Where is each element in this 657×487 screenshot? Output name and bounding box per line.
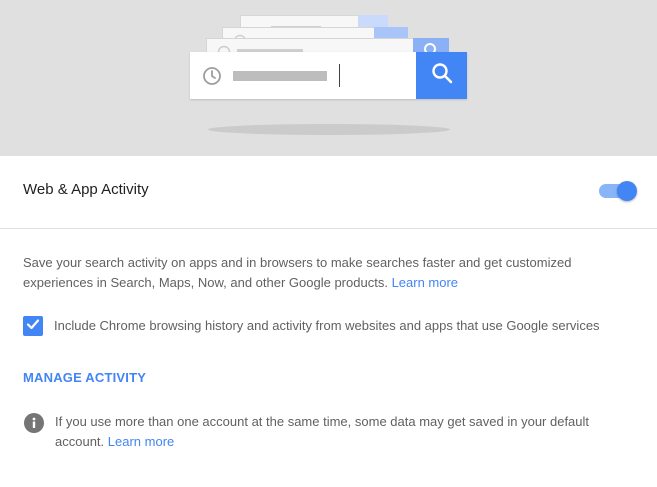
hero-illustration [0, 0, 657, 156]
clock-icon [202, 66, 222, 91]
section-title: Web & App Activity [23, 181, 149, 198]
info-learn-more-link[interactable]: Learn more [108, 434, 174, 449]
chrome-history-checkbox[interactable] [23, 316, 43, 336]
toggle-thumb [617, 181, 637, 201]
checkbox-label[interactable]: Include Chrome browsing history and acti… [54, 316, 634, 336]
search-box-illustration [190, 52, 467, 99]
query-placeholder-bar [233, 71, 327, 81]
activity-description: Save your search activity on apps and in… [23, 253, 633, 293]
info-message: If you use more than one account at the … [55, 412, 640, 452]
learn-more-link[interactable]: Learn more [392, 275, 458, 290]
manage-activity-link[interactable]: MANAGE ACTIVITY [23, 370, 146, 385]
activity-header: Web & App Activity [0, 156, 657, 229]
illustration-shadow [208, 124, 450, 135]
search-icon [430, 61, 454, 90]
checkmark-icon [25, 316, 41, 337]
description-text: Save your search activity on apps and in… [23, 255, 572, 290]
info-icon [24, 413, 44, 433]
activity-toggle[interactable] [599, 181, 637, 201]
search-button-illustration [416, 52, 467, 99]
text-caret [339, 64, 340, 87]
